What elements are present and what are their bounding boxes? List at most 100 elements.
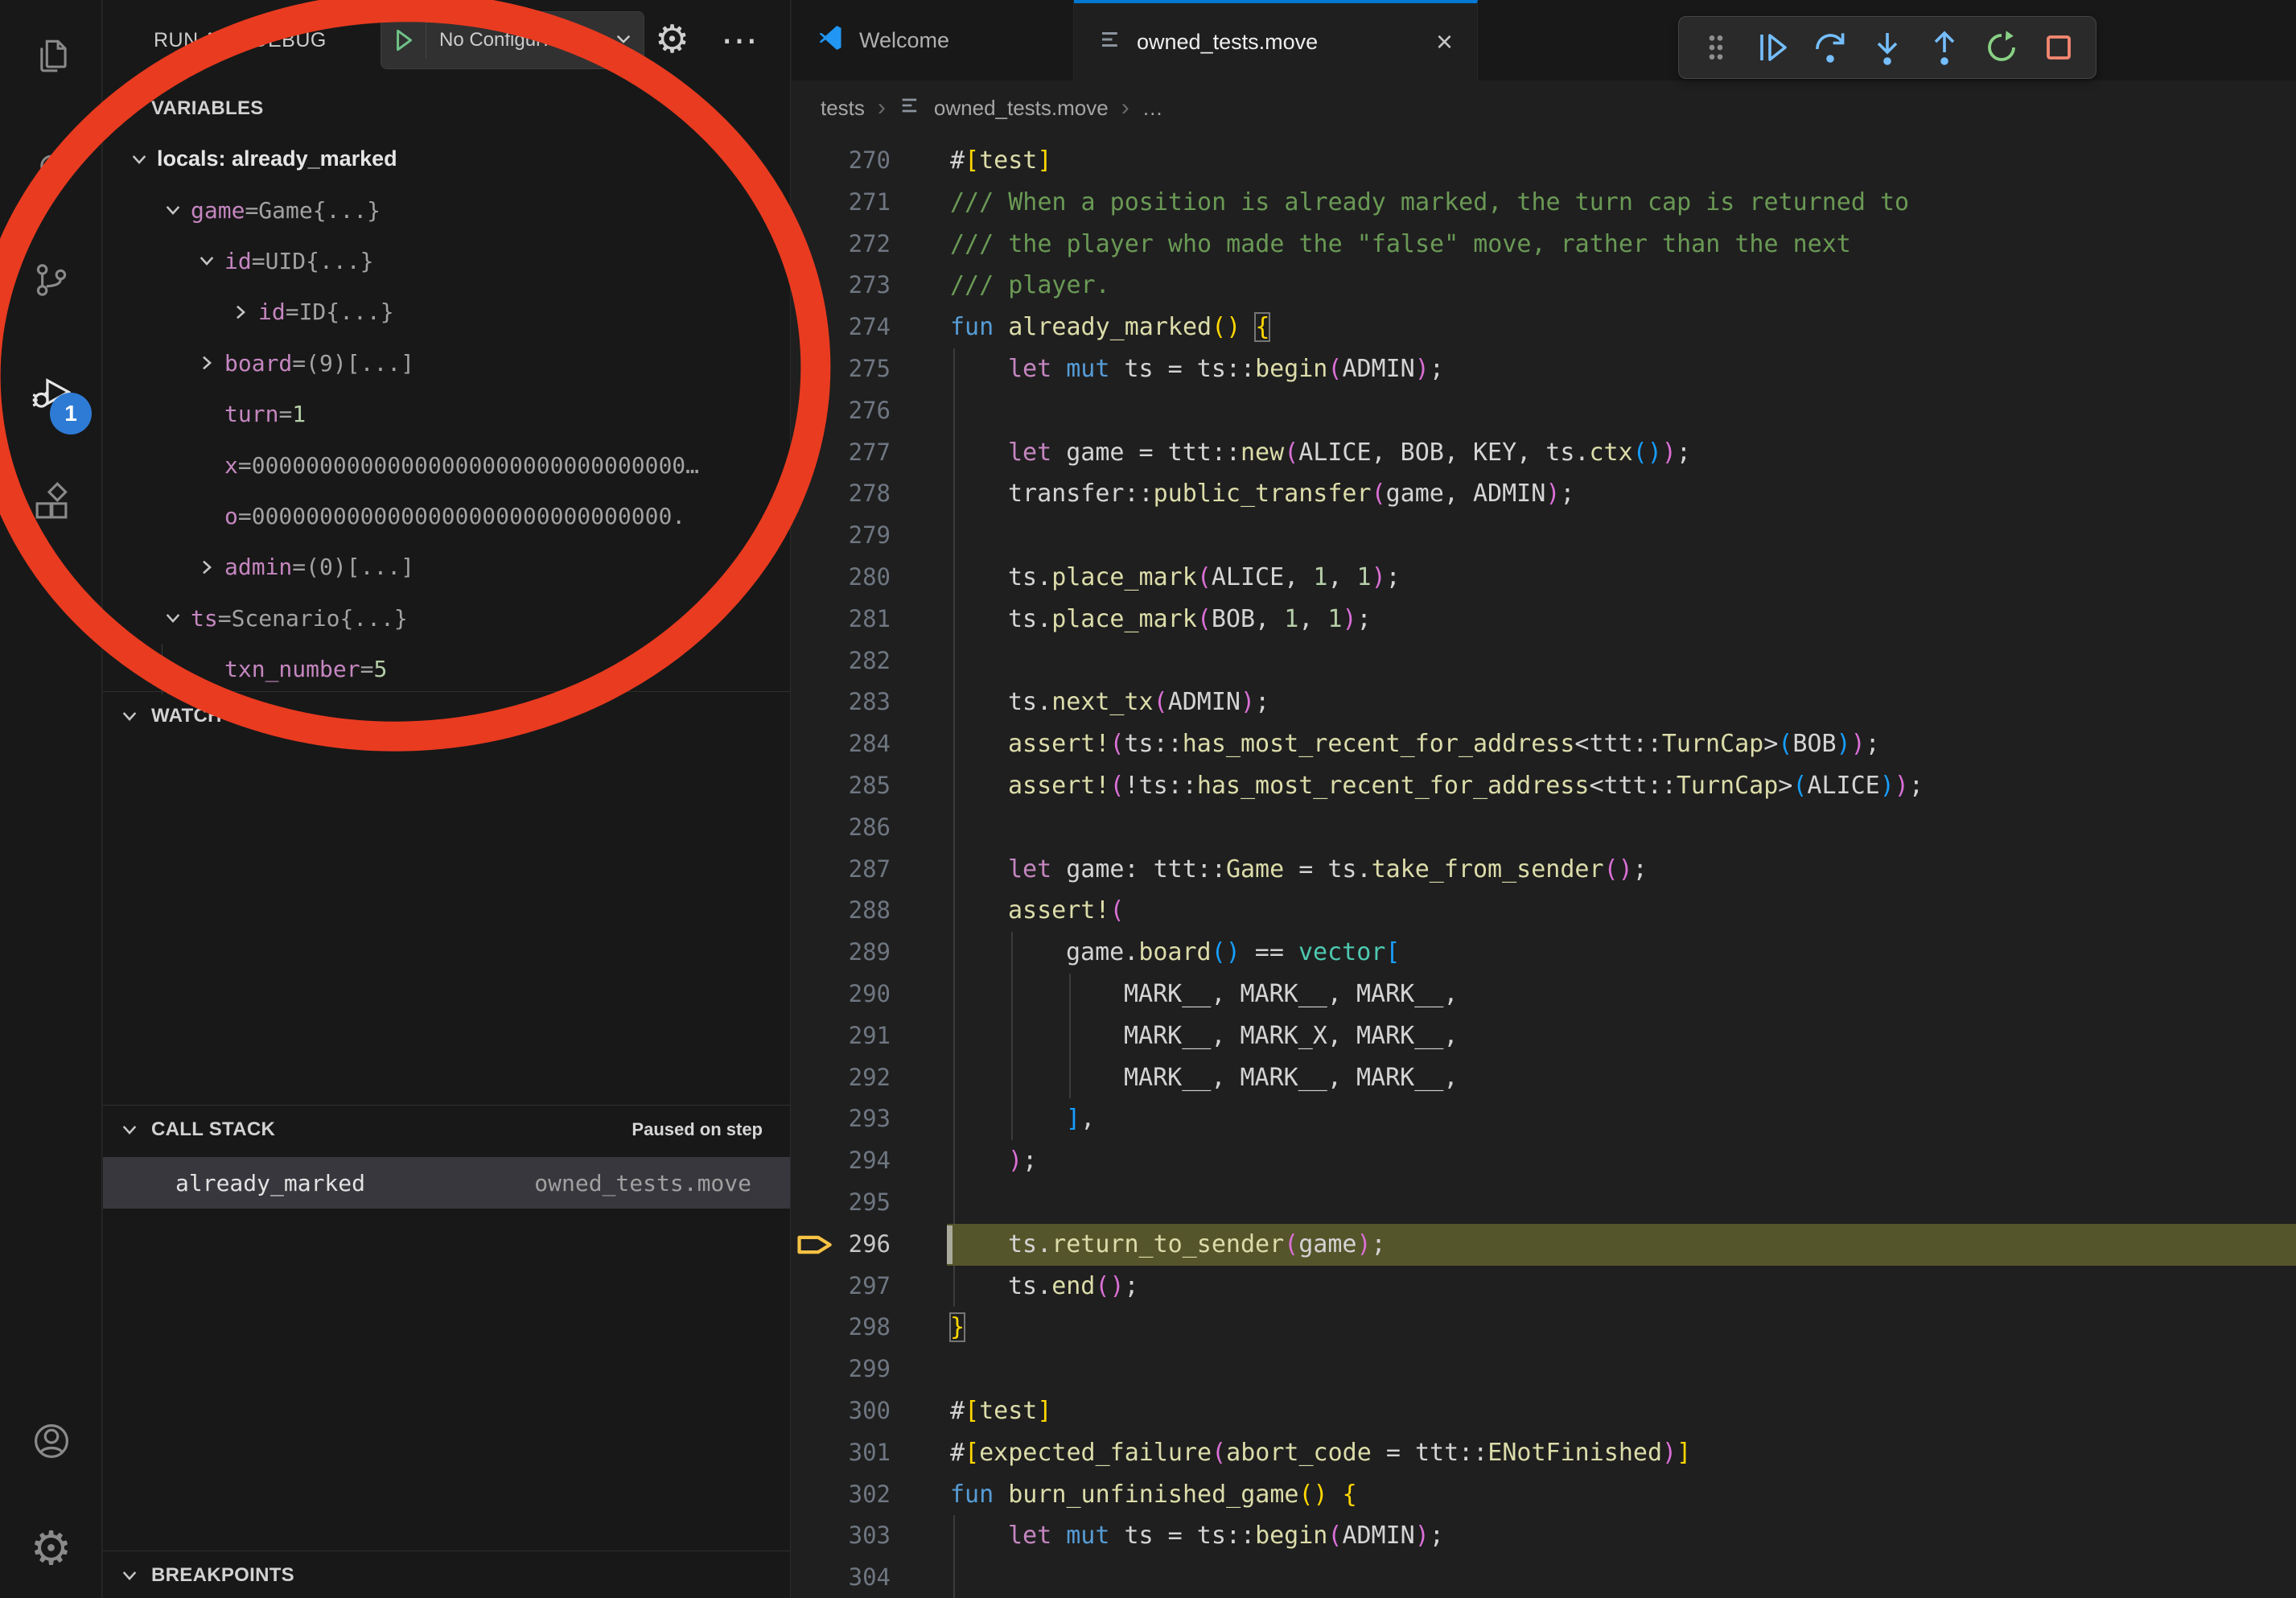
line-number[interactable]: 276 — [792, 390, 891, 432]
variable-row-txn_number[interactable]: txn_number = 5 — [103, 644, 790, 694]
line-number[interactable]: 275 — [792, 348, 891, 390]
line-number[interactable]: 279 — [792, 515, 891, 557]
chevron-right-icon[interactable] — [189, 352, 224, 373]
variable-row-x[interactable]: x = 00000000000000000000000000000000… — [103, 439, 790, 490]
account-icon[interactable] — [0, 1419, 102, 1463]
line-number[interactable]: 271 — [792, 182, 891, 224]
line-number[interactable]: 278 — [792, 473, 891, 515]
chevron-down-icon[interactable] — [155, 607, 191, 628]
tab-owned-tests-move[interactable]: owned_tests.move × — [1074, 0, 1478, 80]
code-line-284[interactable]: 284assert!(ts::has_most_recent_for_addre… — [792, 723, 2296, 765]
code-line-280[interactable]: 280ts.place_mark(ALICE, 1, 1); — [792, 557, 2296, 599]
drag-grip-icon[interactable] — [1690, 22, 1742, 73]
code-line-275[interactable]: 275let mut ts = ts::begin(ADMIN); — [792, 348, 2296, 390]
chevron-down-icon[interactable] — [155, 200, 191, 220]
explorer-icon[interactable] — [0, 35, 102, 77]
variables-section-header[interactable]: VARIABLES — [103, 85, 790, 132]
breadcrumb-item-symbol[interactable]: … — [1142, 96, 1163, 121]
code-line-297[interactable]: 297ts.end(); — [792, 1266, 2296, 1308]
variable-row-turn[interactable]: turn = 1 — [103, 389, 790, 439]
line-number[interactable]: 283 — [792, 682, 891, 723]
restart-button[interactable] — [1976, 22, 2027, 73]
line-number[interactable]: 295 — [792, 1182, 891, 1224]
watch-section-header[interactable]: WATCH — [103, 693, 790, 739]
stop-button[interactable] — [2033, 22, 2084, 73]
variable-row-o[interactable]: o = 0000000000000000000000000000000. — [103, 491, 790, 542]
line-number[interactable]: 302 — [792, 1474, 891, 1516]
code-line-287[interactable]: 287let game: ttt::Game = ts.take_from_se… — [792, 849, 2296, 891]
line-number[interactable]: 285 — [792, 765, 891, 807]
line-number[interactable]: 281 — [792, 599, 891, 640]
settings-gear-icon[interactable]: ⚙ — [0, 1526, 102, 1572]
code-line-286[interactable]: 286 — [792, 807, 2296, 849]
chevron-right-icon[interactable] — [223, 302, 258, 323]
line-number[interactable]: 272 — [792, 224, 891, 266]
variable-row-admin[interactable]: admin = (0)[...] — [103, 542, 790, 592]
source-control-icon[interactable] — [0, 259, 102, 301]
code-line-294[interactable]: 294); — [792, 1140, 2296, 1182]
code-line-290[interactable]: 290MARK__, MARK__, MARK__, — [792, 974, 2296, 1015]
step-out-button[interactable] — [1919, 22, 1970, 73]
code-line-298[interactable]: 298} — [792, 1307, 2296, 1349]
code-line-293[interactable]: 293], — [792, 1098, 2296, 1140]
variable-row-board[interactable]: board = (9)[...] — [103, 338, 790, 389]
variable-row-scope[interactable]: locals: already_marked — [103, 134, 790, 184]
breadcrumb-item-file[interactable]: owned_tests.move — [934, 96, 1109, 121]
step-over-button[interactable] — [1804, 22, 1856, 73]
line-number[interactable]: 284 — [792, 723, 891, 765]
line-number[interactable]: 280 — [792, 557, 891, 599]
line-number[interactable]: 300 — [792, 1390, 891, 1432]
code-line-304[interactable]: 304 — [792, 1557, 2296, 1598]
line-number[interactable]: 304 — [792, 1557, 891, 1598]
code-line-282[interactable]: 282 — [792, 640, 2296, 682]
code-area[interactable]: 270#[test]271/// When a position is alre… — [792, 135, 2296, 1598]
line-number[interactable]: 273 — [792, 265, 891, 307]
line-number[interactable]: 289 — [792, 932, 891, 974]
code-line-289[interactable]: 289game.board() == vector[ — [792, 932, 2296, 974]
line-number[interactable]: 274 — [792, 307, 891, 348]
line-number[interactable]: 291 — [792, 1015, 891, 1057]
line-number[interactable]: 282 — [792, 640, 891, 682]
stack-frame-row[interactable]: already_marked owned_tests.move — [103, 1157, 790, 1209]
code-line-278[interactable]: 278transfer::public_transfer(game, ADMIN… — [792, 473, 2296, 515]
more-actions-icon[interactable]: ⋯ — [721, 0, 758, 80]
line-number[interactable]: 294 — [792, 1140, 891, 1182]
code-line-295[interactable]: 295 — [792, 1182, 2296, 1224]
line-number[interactable]: 299 — [792, 1349, 891, 1390]
code-line-300[interactable]: 300#[test] — [792, 1390, 2296, 1432]
close-icon[interactable]: × — [1436, 27, 1453, 56]
code-line-273[interactable]: 273/// player. — [792, 265, 2296, 307]
chevron-down-icon[interactable] — [189, 250, 224, 271]
line-number[interactable]: 297 — [792, 1266, 891, 1308]
call-stack-section-header[interactable]: CALL STACK Paused on step — [103, 1106, 790, 1153]
breakpoints-section-header[interactable]: BREAKPOINTS — [103, 1552, 790, 1598]
line-number[interactable]: 301 — [792, 1432, 891, 1474]
code-line-288[interactable]: 288assert!( — [792, 890, 2296, 932]
code-line-303[interactable]: 303let mut ts = ts::begin(ADMIN); — [792, 1515, 2296, 1557]
code-line-296[interactable]: 296ts.return_to_sender(game); — [792, 1224, 2296, 1266]
line-number[interactable]: 286 — [792, 807, 891, 849]
code-line-285[interactable]: 285assert!(!ts::has_most_recent_for_addr… — [792, 765, 2296, 807]
line-number[interactable]: 303 — [792, 1515, 891, 1557]
continue-button[interactable] — [1747, 22, 1799, 73]
line-number[interactable]: 298 — [792, 1307, 891, 1349]
code-line-274[interactable]: 274fun already_marked() { — [792, 307, 2296, 348]
code-line-270[interactable]: 270#[test] — [792, 140, 2296, 182]
variable-row-id[interactable]: id = ID{...} — [103, 286, 790, 337]
line-number[interactable]: 290 — [792, 974, 891, 1015]
line-number[interactable]: 292 — [792, 1057, 891, 1099]
code-line-283[interactable]: 283ts.next_tx(ADMIN); — [792, 682, 2296, 723]
extensions-icon[interactable] — [0, 482, 102, 524]
code-line-292[interactable]: 292MARK__, MARK__, MARK__, — [792, 1057, 2296, 1099]
code-line-299[interactable]: 299 — [792, 1349, 2296, 1390]
line-number[interactable]: 277 — [792, 432, 891, 474]
breadcrumb-item-tests[interactable]: tests — [821, 96, 865, 121]
code-line-291[interactable]: 291MARK__, MARK_X, MARK__, — [792, 1015, 2296, 1057]
variable-row-game[interactable]: game = Game{...} — [103, 184, 790, 235]
step-into-button[interactable] — [1862, 22, 1913, 73]
start-debug-icon[interactable] — [381, 22, 426, 59]
line-number[interactable]: 287 — [792, 849, 891, 891]
code-line-271[interactable]: 271/// When a position is already marked… — [792, 182, 2296, 224]
line-number[interactable]: 270 — [792, 140, 891, 182]
code-line-302[interactable]: 302fun burn_unfinished_game() { — [792, 1474, 2296, 1516]
